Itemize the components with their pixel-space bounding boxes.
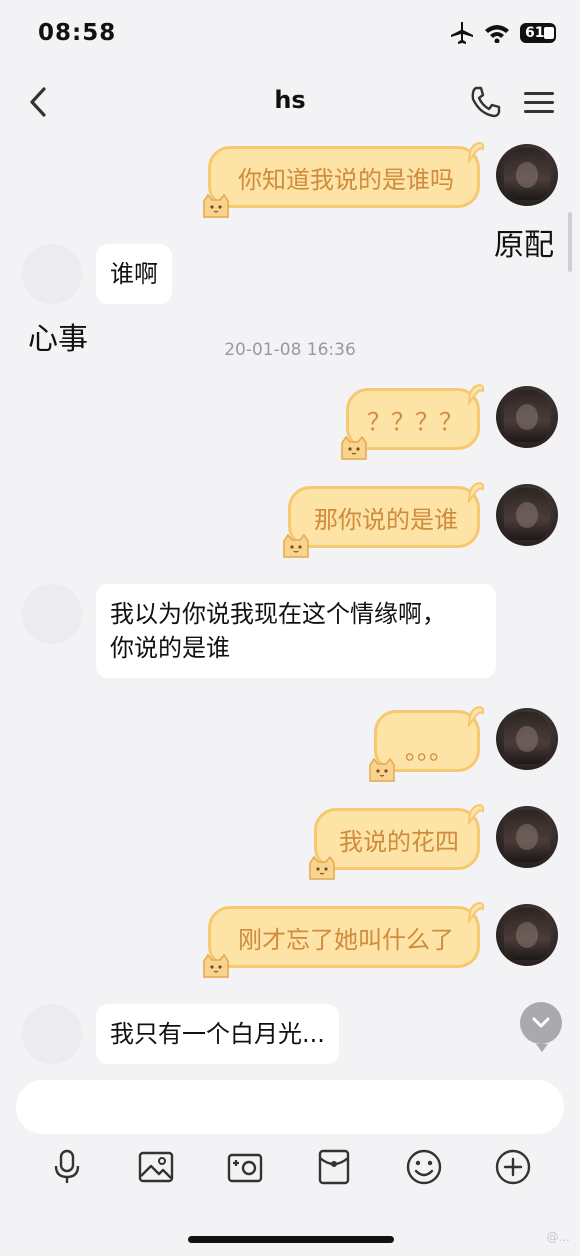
watermark: @... (546, 1230, 570, 1244)
message-bubble[interactable]: 。。。 (369, 705, 485, 782)
scrollbar[interactable] (568, 212, 572, 272)
message-text: 那你说的是谁 (314, 505, 458, 534)
message-bubble[interactable]: 我说的花四 (309, 803, 485, 880)
avatar[interactable] (22, 244, 82, 304)
message-text: 。。。 (405, 736, 453, 765)
avatar[interactable] (22, 1004, 82, 1064)
message-text: ？？？？ (367, 407, 463, 436)
message-input[interactable] (16, 1080, 564, 1134)
nav-bar: hs (0, 70, 580, 136)
message-bubble[interactable]: 谁啊 (96, 244, 172, 304)
status-time: 08:58 (38, 20, 117, 46)
message-text: 谁啊 (110, 260, 158, 288)
cat-sticker-icon (341, 435, 367, 460)
cat-tail-icon (467, 705, 485, 727)
input-toolbar (0, 1148, 580, 1188)
airplane-mode-icon (451, 22, 473, 44)
phone-call-button[interactable] (468, 84, 502, 120)
plus-icon[interactable] (494, 1148, 532, 1186)
avatar[interactable] (496, 484, 558, 546)
message-timestamp: 20-01-08 16:36 (224, 340, 356, 360)
cat-sticker-icon (369, 757, 395, 782)
cat-tail-icon (467, 481, 485, 503)
message-text: 你知道我说的是谁吗 (238, 165, 454, 194)
avatar[interactable] (496, 144, 558, 206)
cat-sticker-icon (203, 193, 229, 218)
message-bubble[interactable]: 那你说的是谁 (283, 481, 485, 558)
wifi-icon (485, 25, 509, 43)
microphone-icon[interactable] (48, 1148, 86, 1186)
cat-tail-icon (467, 141, 485, 163)
image-icon[interactable] (137, 1148, 175, 1186)
avatar[interactable] (496, 806, 558, 868)
home-indicator[interactable] (188, 1236, 394, 1243)
message-text: 我只有一个白月光... (110, 1020, 325, 1048)
message-text: 我说的花四 (339, 827, 459, 856)
menu-button[interactable] (522, 84, 556, 120)
message-bubble[interactable]: 刚才忘了她叫什么了 (203, 901, 485, 978)
message-text: 我以为你说我现在这个情缘啊， (110, 600, 446, 628)
battery-level: 61 (525, 25, 545, 41)
cat-sticker-icon (203, 953, 229, 978)
avatar[interactable] (22, 584, 82, 644)
emoji-icon[interactable] (405, 1148, 443, 1186)
cat-tail-icon (467, 803, 485, 825)
avatar[interactable] (496, 904, 558, 966)
message-bubble[interactable]: 我只有一个白月光... (96, 1004, 339, 1064)
avatar[interactable] (496, 386, 558, 448)
side-note: 原配 (494, 228, 554, 263)
cat-tail-icon (467, 901, 485, 923)
message-bubble[interactable]: 你知道我说的是谁吗 (203, 141, 485, 218)
camera-icon[interactable] (226, 1148, 264, 1186)
avatar[interactable] (496, 708, 558, 770)
chat-area[interactable]: 你知道我说的是谁吗 原配 谁啊 心事 20-01-08 16:36 ？？？？ 那… (0, 136, 580, 1066)
scroll-to-bottom-button[interactable] (520, 1002, 562, 1052)
message-text: 刚才忘了她叫什么了 (238, 925, 454, 954)
cat-sticker-icon (283, 533, 309, 558)
message-text: 你说的是谁 (110, 634, 230, 662)
message-bubble[interactable]: ？？？？ (341, 383, 485, 460)
status-bar: 08:58 61 (0, 0, 580, 70)
cat-tail-icon (467, 383, 485, 405)
status-icons: 61 (450, 22, 556, 44)
chevron-down-icon (532, 1017, 550, 1028)
input-area (0, 1066, 580, 1256)
battery-icon: 61 (520, 23, 556, 43)
cat-sticker-icon (309, 855, 335, 880)
red-packet-icon[interactable] (315, 1148, 353, 1186)
message-bubble[interactable]: 我以为你说我现在这个情缘啊， 你说的是谁 (96, 584, 496, 678)
